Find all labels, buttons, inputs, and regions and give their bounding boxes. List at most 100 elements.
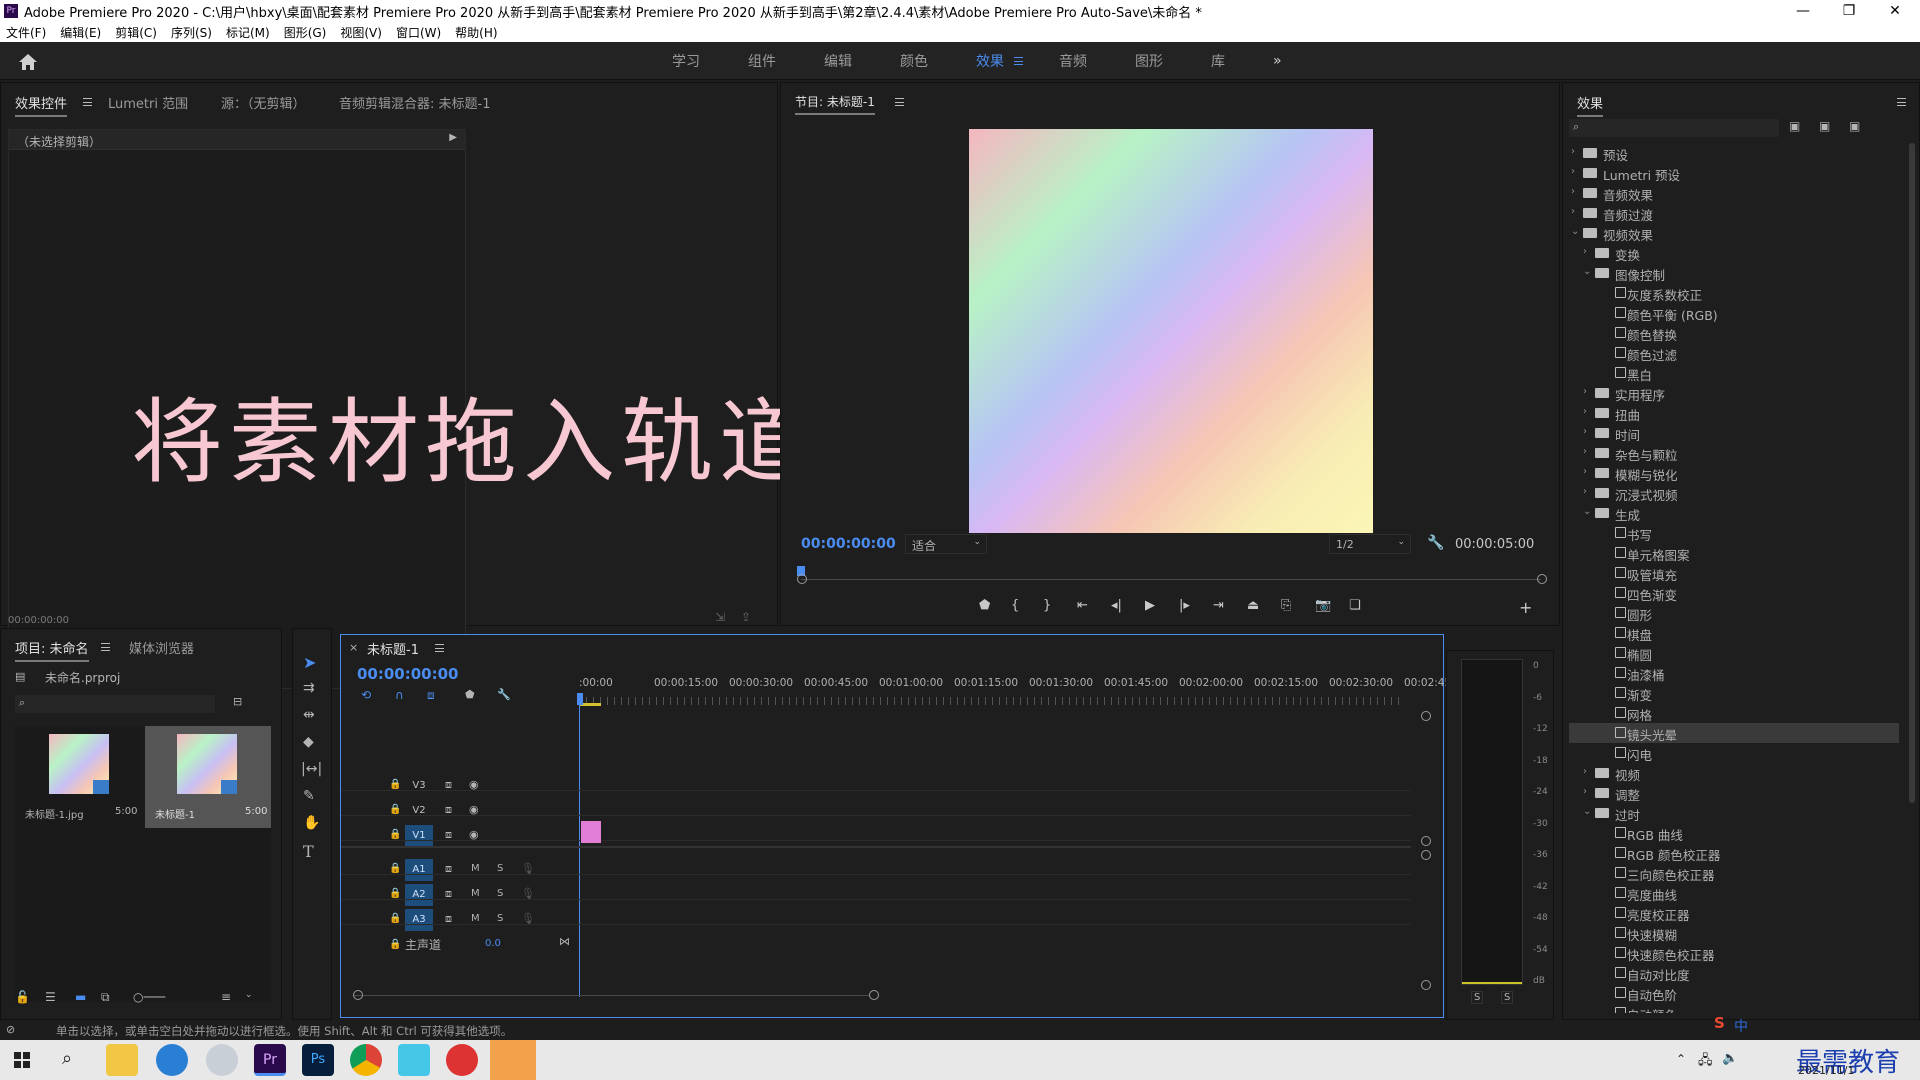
effects-folder[interactable]: › 变换 xyxy=(1569,243,1899,263)
lock-icon[interactable]: 🔓 xyxy=(15,990,30,1004)
razor-tool-icon[interactable]: ◆ xyxy=(303,734,314,750)
effects-folder[interactable]: ⌄ 图像控制 xyxy=(1569,263,1899,283)
menu-clip[interactable]: 剪辑(C) xyxy=(115,24,157,41)
export-frame-icon[interactable]: ⇲ xyxy=(715,610,725,624)
track-target-a3[interactable]: A3 xyxy=(405,909,433,931)
panel-menu-icon[interactable] xyxy=(83,98,92,106)
track-target-a2[interactable]: A2 xyxy=(405,884,433,906)
chevron-right-icon[interactable]: › xyxy=(1571,206,1575,217)
effect-item[interactable]: 自动色阶 xyxy=(1569,983,1899,1003)
video-clip[interactable] xyxy=(581,821,601,843)
effects-menu-icon[interactable] xyxy=(1897,98,1906,106)
chevron-right-icon[interactable]: › xyxy=(1583,446,1587,457)
program-scrollbar[interactable] xyxy=(801,579,1541,580)
close-button[interactable]: ✕ xyxy=(1872,0,1918,22)
tab-source[interactable]: 源：（无剪辑） xyxy=(221,93,306,112)
chevron-right-icon[interactable]: › xyxy=(1583,766,1587,777)
effects-search-input[interactable]: ⌕ xyxy=(1569,119,1779,137)
mute-button[interactable]: M xyxy=(471,913,480,924)
effects-folder[interactable]: › 时间 xyxy=(1569,423,1899,443)
menu-window[interactable]: 窗口(W) xyxy=(396,24,441,41)
scroll-handle-left[interactable] xyxy=(797,574,807,584)
type-tool-icon[interactable]: T xyxy=(303,842,314,861)
maximize-button[interactable]: ❐ xyxy=(1826,0,1872,22)
windows-start-icon[interactable] xyxy=(14,1052,30,1068)
tab-lumetri-scopes[interactable]: Lumetri 范围 xyxy=(108,93,188,112)
scroll-handle-right[interactable] xyxy=(1537,574,1547,584)
ime-mode[interactable]: 中 xyxy=(1734,1016,1748,1036)
tab-effect-controls[interactable]: 效果控件 xyxy=(15,93,68,117)
play-icon[interactable]: ▶ xyxy=(1145,598,1155,613)
solo-right-button[interactable]: S xyxy=(1501,991,1514,1004)
track-target-v3[interactable]: V3 xyxy=(405,775,433,797)
solo-left-button[interactable]: S xyxy=(1471,991,1484,1004)
extract-icon[interactable]: ⎘ xyxy=(1281,598,1291,613)
menu-graphics[interactable]: 图形(G) xyxy=(284,24,327,41)
effect-item[interactable]: 网格 xyxy=(1569,703,1899,723)
effects-folder[interactable]: › 扭曲 xyxy=(1569,403,1899,423)
vscroll-handle-top[interactable] xyxy=(1421,711,1431,721)
chevron-down-icon[interactable]: ⌄ xyxy=(245,990,253,1000)
vscroll-handle-mid2[interactable] xyxy=(1421,850,1431,860)
chevron-right-icon[interactable]: › xyxy=(1583,386,1587,397)
effect-item[interactable]: 棋盘 xyxy=(1569,623,1899,643)
effect-item[interactable]: 亮度校正器 xyxy=(1569,903,1899,923)
go-to-end-icon[interactable]: ⋈ xyxy=(559,935,570,948)
track-target-v2[interactable]: V2 xyxy=(405,800,433,822)
lock-icon[interactable]: 🔒 xyxy=(389,888,401,899)
effect-item[interactable]: 椭圆 xyxy=(1569,643,1899,663)
effect-item[interactable]: 闪电 xyxy=(1569,743,1899,763)
step-forward-icon[interactable]: |▸ xyxy=(1179,598,1190,613)
ime-toolbar[interactable]: S 中 xyxy=(1712,1014,1920,1038)
vscroll-handle-mid[interactable] xyxy=(1421,836,1431,846)
effect-item[interactable]: 颜色替换 xyxy=(1569,323,1899,343)
effect-item[interactable]: 镜头光晕 xyxy=(1569,723,1899,743)
go-to-in-icon[interactable]: ⇤ xyxy=(1077,598,1088,613)
list-view-icon[interactable]: ☰ xyxy=(45,990,56,1004)
icon-view-icon[interactable]: ▬ xyxy=(75,990,86,1004)
effect-item[interactable]: 四色渐变 xyxy=(1569,583,1899,603)
effect-item[interactable]: 颜色过滤 xyxy=(1569,343,1899,363)
menu-help[interactable]: 帮助(H) xyxy=(455,24,497,41)
project-menu-icon[interactable] xyxy=(101,643,110,651)
ws-tab-editing[interactable]: 编辑 xyxy=(824,51,852,71)
effects-folder[interactable]: › Lumetri 预设 xyxy=(1569,163,1899,183)
effect-item[interactable]: 渐变 xyxy=(1569,683,1899,703)
effect-item[interactable]: 亮度曲线 xyxy=(1569,883,1899,903)
mute-button[interactable]: M xyxy=(471,863,480,874)
hscroll-handle-left[interactable] xyxy=(353,990,363,1000)
effects-folder[interactable]: › 调整 xyxy=(1569,783,1899,803)
lock-icon[interactable]: 🔒 xyxy=(389,939,401,950)
effect-item[interactable]: 自动对比度 xyxy=(1569,963,1899,983)
effects-folder[interactable]: › 模糊与锐化 xyxy=(1569,463,1899,483)
volume-icon[interactable]: 🔈 xyxy=(1722,1051,1738,1066)
effects-folder[interactable]: › 视频 xyxy=(1569,763,1899,783)
mute-button[interactable]: M xyxy=(471,888,480,899)
effect-item[interactable]: 颜色平衡 (RGB) xyxy=(1569,303,1899,323)
effect-item[interactable]: 黑白 xyxy=(1569,363,1899,383)
minimize-button[interactable]: — xyxy=(1780,0,1826,22)
app-icon[interactable] xyxy=(398,1044,430,1076)
tray-arrow-icon[interactable]: ⌃ xyxy=(1676,1052,1686,1066)
chrome-icon[interactable] xyxy=(350,1044,382,1076)
ws-menu-icon[interactable] xyxy=(1014,57,1023,65)
freeform-view-icon[interactable]: ⧉ xyxy=(101,990,110,1005)
chevron-down-icon[interactable]: ⌄ xyxy=(1583,266,1591,277)
chevron-down-icon[interactable]: ⌄ xyxy=(1583,806,1591,817)
project-search-input[interactable]: ⌕ xyxy=(15,695,215,713)
ripple-edit-tool-icon[interactable]: ⇹ xyxy=(303,707,315,723)
chevron-right-icon[interactable]: › xyxy=(1583,406,1587,417)
mark-in-icon[interactable]: { xyxy=(1011,598,1019,613)
lock-icon[interactable]: 🔒 xyxy=(389,829,401,840)
go-to-out-icon[interactable]: ⇥ xyxy=(1213,598,1224,613)
play-arrow-icon[interactable]: ▶ xyxy=(449,132,457,143)
chevron-down-icon[interactable]: ⌄ xyxy=(1571,226,1579,237)
hand-tool-icon[interactable]: ✋ xyxy=(303,815,320,831)
chevron-right-icon[interactable]: › xyxy=(1571,146,1575,157)
effect-item[interactable]: 三向颜色校正器 xyxy=(1569,863,1899,883)
effect-item[interactable]: 吸管填充 xyxy=(1569,563,1899,583)
effect-item[interactable]: 快速颜色校正器 xyxy=(1569,943,1899,963)
effect-item[interactable]: 自动颜色 xyxy=(1569,1003,1899,1013)
effect-item[interactable]: 快速模糊 xyxy=(1569,923,1899,943)
menu-marker[interactable]: 标记(M) xyxy=(226,24,270,41)
